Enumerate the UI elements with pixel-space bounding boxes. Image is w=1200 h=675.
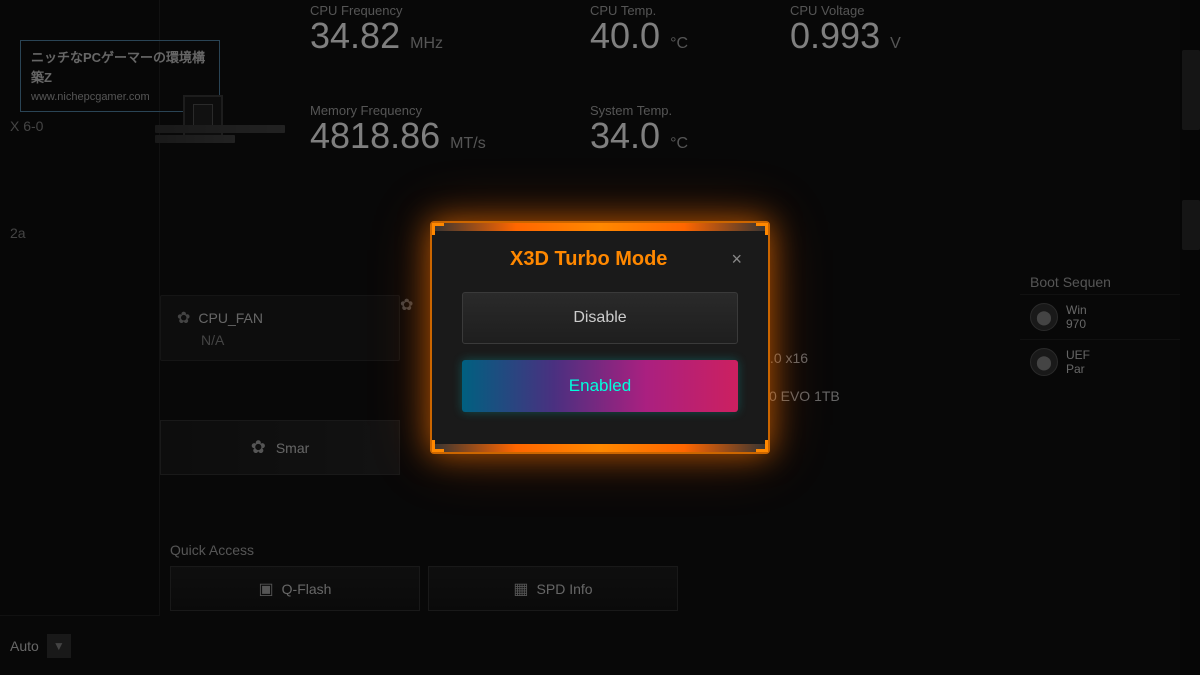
modal-title-area: X3D Turbo Mode ×: [432, 231, 768, 282]
modal-corner-bl: [432, 440, 444, 452]
modal-corner-tr: [756, 223, 768, 235]
disable-option[interactable]: Disable: [462, 292, 738, 344]
x3d-turbo-modal: X3D Turbo Mode × Disable Enabled: [430, 221, 770, 454]
enabled-label: Enabled: [569, 376, 631, 396]
modal-top-bar: [432, 223, 768, 231]
modal-close-button[interactable]: ×: [725, 247, 748, 272]
modal-bottom-bar: [432, 444, 768, 452]
modal-overlay: X3D Turbo Mode × Disable Enabled: [0, 0, 1200, 675]
disable-label: Disable: [573, 309, 626, 327]
modal-corner-tl: [432, 223, 444, 235]
modal-title: X3D Turbo Mode: [452, 248, 725, 271]
modal-options: Disable Enabled: [432, 282, 768, 422]
modal-corner-br: [756, 440, 768, 452]
enabled-option[interactable]: Enabled: [462, 360, 738, 412]
